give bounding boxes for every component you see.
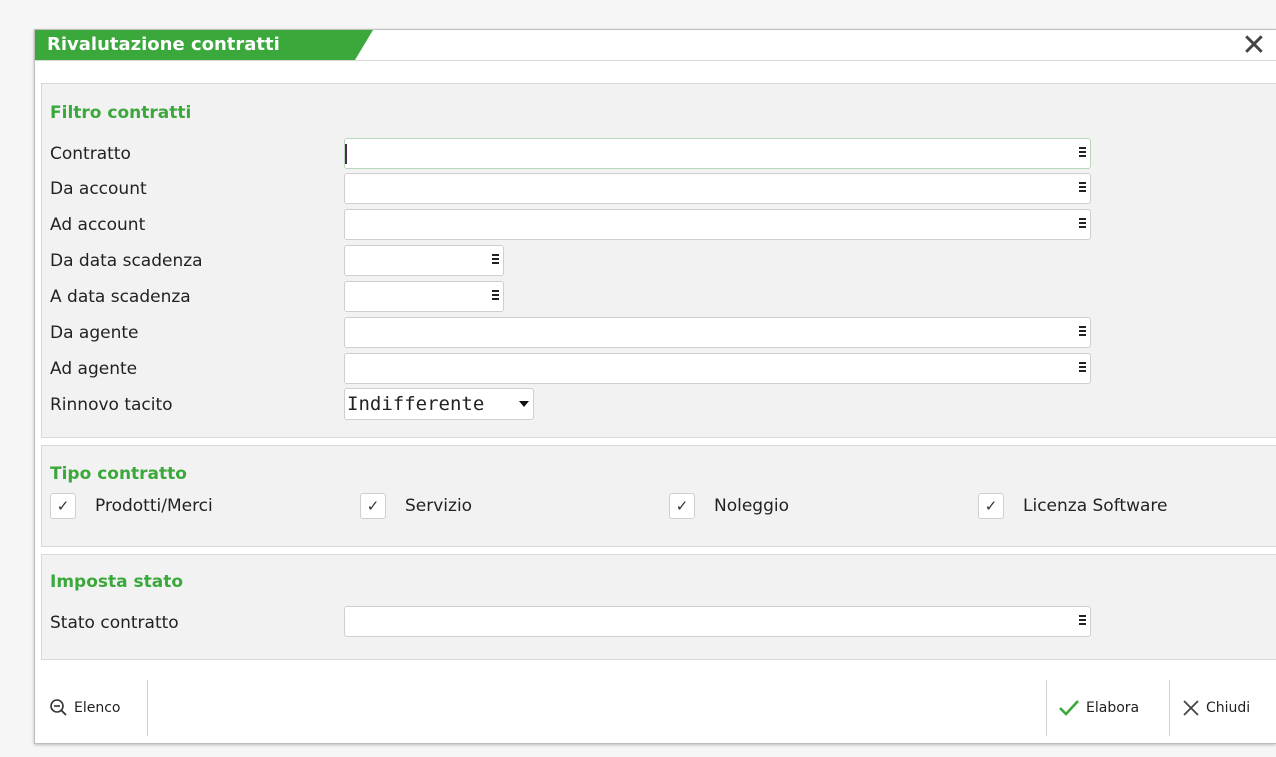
ad-agente-input[interactable]	[344, 353, 1091, 384]
footer-divider	[1169, 680, 1170, 736]
checkbox-label: Licenza Software	[1023, 496, 1168, 516]
label-da-data-scadenza: Da data scadenza	[50, 251, 203, 271]
footer-divider	[147, 680, 148, 736]
elenco-button[interactable]: Elenco	[49, 680, 120, 736]
section-tipo-contratto: Tipo contratto ✓ Prodotti/Merci ✓ Serviz…	[41, 445, 1276, 547]
contratto-input[interactable]	[344, 138, 1091, 169]
title-divider	[35, 60, 1276, 61]
calendar-menu-icon[interactable]	[492, 290, 499, 302]
checkbox-prodotti-merci[interactable]: ✓ Prodotti/Merci	[50, 493, 213, 519]
elabora-label: Elabora	[1086, 700, 1140, 716]
label-a-data-scadenza: A data scadenza	[50, 287, 191, 307]
da-account-input[interactable]	[344, 173, 1091, 204]
label-da-agente: Da agente	[50, 323, 139, 343]
check-icon[interactable]: ✓	[978, 493, 1004, 519]
section-imposta-stato: Imposta stato Stato contratto	[41, 554, 1276, 660]
a-data-scadenza-input[interactable]	[344, 281, 504, 312]
ad-account-input[interactable]	[344, 209, 1091, 240]
checkbox-servizio[interactable]: ✓ Servizio	[360, 493, 472, 519]
lookup-menu-icon[interactable]	[1079, 218, 1086, 230]
elenco-label: Elenco	[74, 700, 121, 716]
lookup-menu-icon[interactable]	[1079, 182, 1086, 194]
section-title-filtro: Filtro contratti	[50, 103, 192, 123]
close-icon[interactable]: ✕	[1240, 31, 1268, 61]
da-agente-input[interactable]	[344, 317, 1091, 348]
checkbox-label: Prodotti/Merci	[95, 496, 213, 516]
chiudi-label: Chiudi	[1206, 700, 1251, 716]
check-icon[interactable]: ✓	[360, 493, 386, 519]
checkbox-label: Noleggio	[714, 496, 790, 516]
label-da-account: Da account	[50, 179, 147, 199]
da-data-scadenza-input[interactable]	[344, 245, 504, 276]
stato-contratto-input[interactable]	[344, 606, 1091, 637]
checkbox-noleggio[interactable]: ✓ Noleggio	[669, 493, 789, 519]
label-ad-agente: Ad agente	[50, 359, 138, 379]
label-rinnovo-tacito: Rinnovo tacito	[50, 395, 173, 415]
zoom-out-icon	[50, 699, 67, 716]
label-contratto: Contratto	[50, 144, 131, 164]
label-stato-contratto: Stato contratto	[50, 613, 179, 633]
section-filtro-contratti: Filtro contratti Contratto Da account Ad…	[41, 83, 1276, 438]
footer-divider	[1046, 680, 1047, 736]
rinnovo-tacito-value: Indifferente	[347, 393, 485, 415]
calendar-menu-icon[interactable]	[492, 254, 499, 266]
checkbox-label: Servizio	[405, 496, 473, 516]
label-ad-account: Ad account	[50, 215, 146, 235]
dialog-window: Rivalutazione contratti ✕ Filtro contrat…	[34, 29, 1276, 744]
rinnovo-tacito-select[interactable]: Indifferente	[344, 388, 534, 420]
check-icon[interactable]: ✓	[50, 493, 76, 519]
check-icon[interactable]: ✓	[669, 493, 695, 519]
section-title-tipo: Tipo contratto	[50, 464, 187, 484]
window-title: Rivalutazione contratti	[35, 30, 355, 60]
section-title-stato: Imposta stato	[50, 572, 184, 592]
lookup-menu-icon[interactable]	[1079, 147, 1086, 159]
chevron-down-icon	[519, 401, 529, 407]
checkbox-licenza-software[interactable]: ✓ Licenza Software	[978, 493, 1167, 519]
lookup-menu-icon[interactable]	[1079, 615, 1086, 627]
text-caret	[345, 144, 347, 164]
check-icon	[1059, 700, 1079, 716]
title-tab-decoration	[355, 30, 373, 60]
elabora-button[interactable]: Elabora	[1058, 680, 1139, 736]
chiudi-button[interactable]: Chiudi	[1181, 680, 1250, 736]
lookup-menu-icon[interactable]	[1079, 362, 1086, 374]
close-icon	[1183, 700, 1199, 716]
lookup-menu-icon[interactable]	[1079, 326, 1086, 338]
